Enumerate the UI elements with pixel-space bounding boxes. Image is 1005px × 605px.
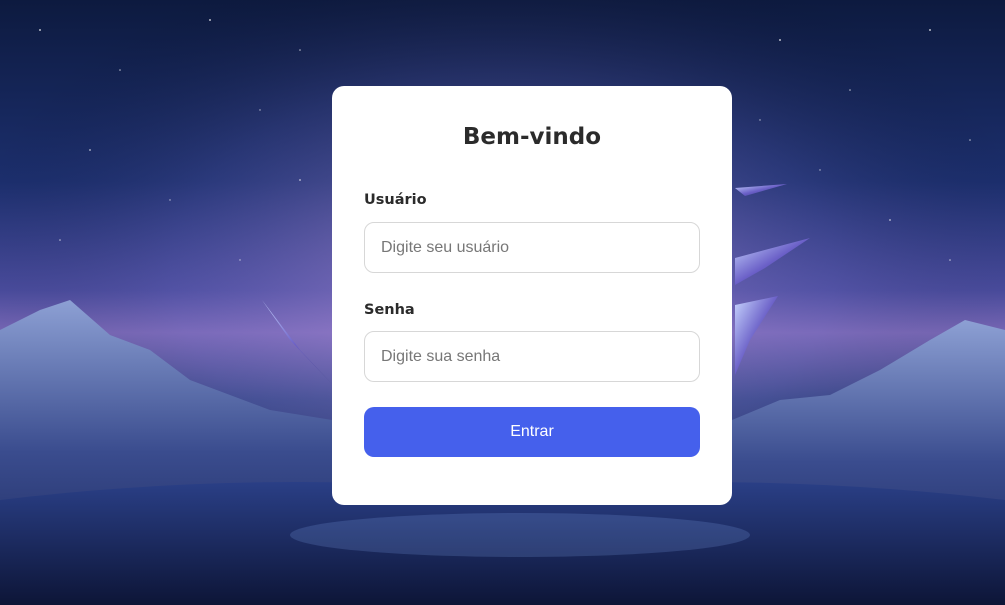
password-label: Senha <box>364 302 415 318</box>
username-input[interactable] <box>364 222 700 273</box>
login-card: Bem-vindo Usuário Senha Entrar <box>332 86 732 505</box>
submit-button[interactable]: Entrar <box>364 407 700 457</box>
username-label: Usuário <box>364 192 427 208</box>
password-input[interactable] <box>364 331 700 382</box>
page-title: Bem-vindo <box>462 124 602 150</box>
